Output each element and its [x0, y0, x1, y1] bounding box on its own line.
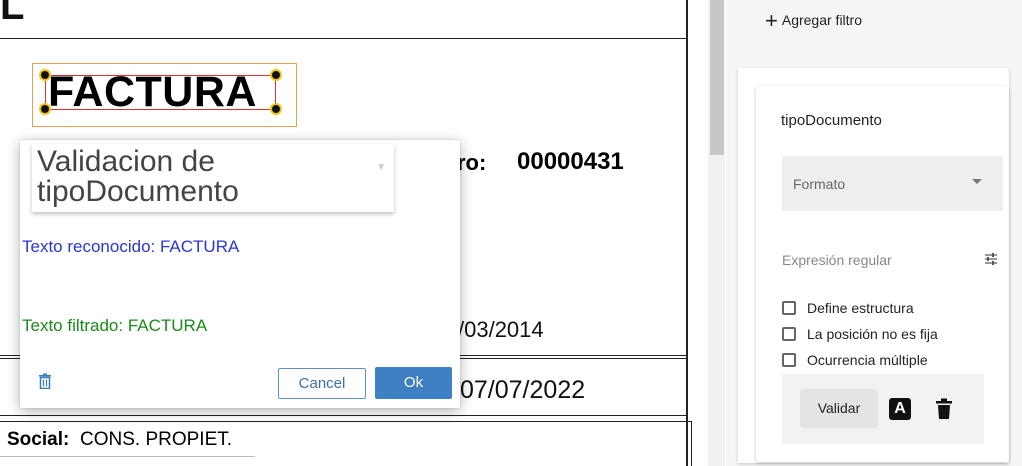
recognized-text: Texto reconocido: FACTURA [22, 237, 240, 256]
table-border [0, 421, 692, 422]
trash-icon[interactable] [38, 373, 54, 391]
selection-region-inner[interactable] [45, 75, 276, 110]
font-icon[interactable]: A [889, 398, 911, 420]
checkbox-box[interactable] [782, 353, 796, 367]
document-date-1: /03/2014 [458, 317, 544, 342]
document-social-value: CONS. PROPIET. [80, 429, 233, 450]
resize-handle-bottom-left[interactable] [39, 103, 51, 115]
table-border [0, 456, 255, 457]
chevron-down-icon [972, 179, 982, 184]
document-date-2: 07/07/2022 [460, 376, 586, 404]
resize-handle-bottom-right[interactable] [270, 103, 282, 115]
chevron-down-icon: ▼ [376, 162, 386, 173]
table-border [691, 421, 692, 466]
delete-icon[interactable] [935, 398, 953, 420]
checkbox-box[interactable] [782, 301, 796, 315]
cancel-button[interactable]: Cancel [278, 368, 366, 399]
table-border [686, 0, 688, 466]
add-filter-button[interactable]: + Agregar filtro [765, 8, 862, 36]
tune-icon[interactable] [984, 252, 998, 266]
checkbox-label: Ocurrencia múltiple [807, 352, 928, 368]
checkbox-label: La posición no es fija [807, 326, 938, 342]
checkbox-multiple-occurrence[interactable]: Ocurrencia múltiple [782, 350, 928, 370]
table-border [0, 38, 688, 39]
regex-input[interactable]: Expresión regular [782, 252, 892, 268]
filtered-text: Texto filtrado: FACTURA [22, 316, 208, 335]
add-filter-label: Agregar filtro [781, 12, 863, 28]
document-number-label: ro: [457, 150, 487, 175]
document-number-value: 00000431 [517, 148, 624, 175]
checkbox-label: Define estructura [807, 300, 914, 316]
checkbox-define-structure[interactable]: Define estructura [782, 298, 914, 318]
checkbox-box[interactable] [782, 327, 796, 341]
validate-button[interactable]: Validar [800, 389, 878, 428]
document-social-label: Social: [7, 429, 70, 450]
trash-icon-graphic [39, 373, 51, 390]
resize-handle-top-right[interactable] [270, 69, 282, 81]
table-border [0, 415, 688, 416]
document-letter: L [0, 0, 25, 28]
popup-title: Validacion de tipoDocumento [37, 145, 239, 208]
ok-button[interactable]: Ok [375, 367, 452, 399]
checkbox-position-not-fixed[interactable]: La posición no es fija [782, 324, 938, 344]
resize-handle-top-left[interactable] [39, 69, 51, 81]
scrollbar-thumb[interactable] [710, 0, 724, 155]
plus-icon: + [765, 8, 778, 33]
field-name-label: tipoDocumento [781, 112, 882, 129]
validation-popup: Validacion de tipoDocumento ▼ Texto reco… [20, 140, 460, 408]
popup-title-select[interactable]: Validacion de tipoDocumento ▼ [32, 144, 394, 212]
format-select-placeholder: Formato [793, 176, 846, 192]
